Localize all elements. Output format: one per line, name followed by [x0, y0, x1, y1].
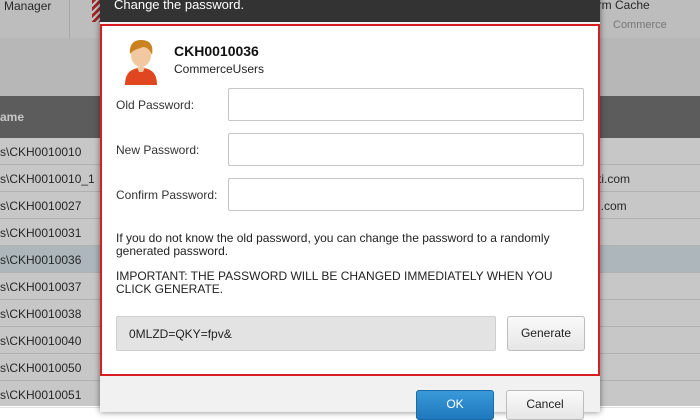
confirm-password-input[interactable]: [228, 178, 584, 211]
dialog-title-bar: Change the password.: [100, 0, 600, 22]
dialog-content: CKH0010036 CommerceUsers Old Password: N…: [100, 24, 600, 376]
change-password-dialog: Change the password. CKH0010036 Commerce…: [100, 0, 600, 420]
generate-warning: IMPORTANT: THE PASSWORD WILL BE CHANGED …: [116, 269, 553, 296]
confirm-password-label: Confirm Password:: [116, 188, 218, 202]
generate-button[interactable]: Generate: [507, 316, 585, 351]
ok-button[interactable]: OK: [416, 390, 494, 420]
user-name: CKH0010036: [174, 43, 259, 59]
old-password-input[interactable]: [228, 88, 584, 121]
user-avatar-icon: [125, 40, 157, 85]
generated-password-field: 0MLZD=QKY=fpv&: [116, 316, 496, 351]
cancel-button[interactable]: Cancel: [506, 390, 584, 420]
random-password-info: If you do not know the old password, you…: [116, 231, 550, 258]
user-group: CommerceUsers: [174, 62, 265, 76]
new-password-input[interactable]: [228, 133, 584, 166]
generated-password-value: 0MLZD=QKY=fpv&: [129, 327, 232, 341]
old-password-label: Old Password:: [116, 98, 195, 112]
new-password-label: New Password:: [116, 143, 200, 157]
dialog-title: Change the password.: [114, 0, 245, 12]
